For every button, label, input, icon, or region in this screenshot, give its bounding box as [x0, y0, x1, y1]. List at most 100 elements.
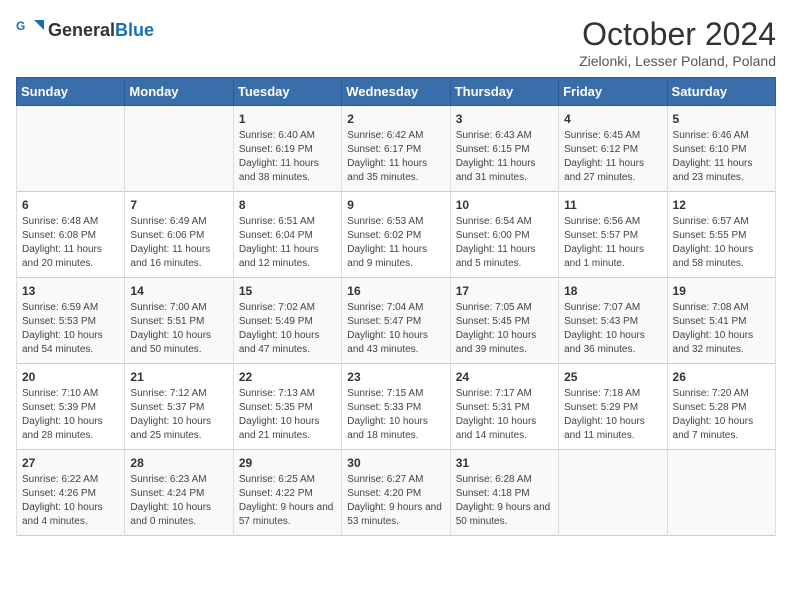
calendar-cell: 1 Sunrise: 6:40 AM Sunset: 6:19 PM Daylig…: [233, 106, 341, 192]
cell-text: Sunrise: 6:49 AM Sunset: 6:06 PM Dayligh…: [130, 215, 227, 271]
calendar-cell: 8Sunrise: 6:51 AM Sunset: 6:04 PM Daylig…: [233, 192, 341, 278]
calendar-cell: 15 Sunrise: 7:02 AM Sunset: 5:49 PM Dayli…: [233, 278, 341, 364]
calendar-cell: 4Sunrise: 6:45 AM Sunset: 6:12 PM Daylig…: [559, 106, 667, 192]
day-number: 20: [22, 370, 119, 384]
day-number: 1: [239, 112, 336, 126]
cell-text: Sunrise: 6:25 AM Sunset: 4:22 PM Dayligh…: [239, 473, 336, 529]
calendar-week-row: 13 Sunrise: 6:59 AM Sunset: 5:53 PM Dayli…: [17, 278, 776, 364]
calendar-cell: [17, 106, 125, 192]
calendar-week-row: 6 Sunrise: 6:48 AM Sunset: 6:08 PM Daylig…: [17, 192, 776, 278]
day-number: 13: [22, 284, 119, 298]
calendar-table: SundayMondayTuesdayWednesdayThursdayFrid…: [16, 77, 776, 536]
calendar-cell: 2 Sunrise: 6:42 AM Sunset: 6:17 PM Daylig…: [342, 106, 450, 192]
calendar-cell: 27 Sunrise: 6:22 AM Sunset: 4:26 PM Dayli…: [17, 450, 125, 536]
day-number: 22: [239, 370, 336, 384]
calendar-cell: 24Sunrise: 7:17 AM Sunset: 5:31 PM Dayli…: [450, 364, 558, 450]
column-header-wednesday: Wednesday: [342, 78, 450, 106]
cell-text: Sunrise: 6:51 AM Sunset: 6:04 PM Dayligh…: [239, 215, 336, 271]
cell-text: Sunrise: 7:13 AM Sunset: 5:35 PM Dayligh…: [239, 387, 336, 443]
logo-icon: G: [16, 16, 44, 44]
calendar-cell: 11 Sunrise: 6:56 AM Sunset: 5:57 PM Dayli…: [559, 192, 667, 278]
cell-text: Sunrise: 6:43 AM Sunset: 6:15 PM Dayligh…: [456, 129, 553, 185]
calendar-cell: 31Sunrise: 6:28 AM Sunset: 4:18 PM Dayli…: [450, 450, 558, 536]
calendar-cell: 25Sunrise: 7:18 AM Sunset: 5:29 PM Dayli…: [559, 364, 667, 450]
calendar-cell: 14 Sunrise: 7:00 AM Sunset: 5:51 PM Dayli…: [125, 278, 233, 364]
day-number: 19: [673, 284, 770, 298]
day-number: 30: [347, 456, 444, 470]
cell-text: Sunrise: 6:48 AM Sunset: 6:08 PM Dayligh…: [22, 215, 119, 271]
day-number: 23: [347, 370, 444, 384]
day-number: 14: [130, 284, 227, 298]
day-number: 6: [22, 198, 119, 212]
day-number: 3: [456, 112, 553, 126]
day-number: 9: [347, 198, 444, 212]
calendar-cell: 18Sunrise: 7:07 AM Sunset: 5:43 PM Dayli…: [559, 278, 667, 364]
day-number: 24: [456, 370, 553, 384]
title-block: October 2024 Zielonki, Lesser Poland, Po…: [579, 16, 776, 69]
day-number: 2: [347, 112, 444, 126]
cell-text: Sunrise: 6:54 AM Sunset: 6:00 PM Dayligh…: [456, 215, 553, 271]
day-number: 10: [456, 198, 553, 212]
calendar-cell: [559, 450, 667, 536]
logo-general-text: General: [48, 20, 115, 40]
page-header: G GeneralBlue October 2024 Zielonki, Les…: [16, 16, 776, 69]
day-number: 21: [130, 370, 227, 384]
header-row: SundayMondayTuesdayWednesdayThursdayFrid…: [17, 78, 776, 106]
column-header-friday: Friday: [559, 78, 667, 106]
calendar-cell: 13 Sunrise: 6:59 AM Sunset: 5:53 PM Dayli…: [17, 278, 125, 364]
day-number: 7: [130, 198, 227, 212]
day-number: 11: [564, 198, 661, 212]
cell-text: Sunrise: 6:40 AM Sunset: 6:19 PM Dayligh…: [239, 129, 336, 185]
calendar-cell: 22 Sunrise: 7:13 AM Sunset: 5:35 PM Dayli…: [233, 364, 341, 450]
cell-text: Sunrise: 6:23 AM Sunset: 4:24 PM Dayligh…: [130, 473, 227, 529]
calendar-week-row: 1 Sunrise: 6:40 AM Sunset: 6:19 PM Daylig…: [17, 106, 776, 192]
cell-text: Sunrise: 7:02 AM Sunset: 5:49 PM Dayligh…: [239, 301, 336, 357]
calendar-cell: 23 Sunrise: 7:15 AM Sunset: 5:33 PM Dayli…: [342, 364, 450, 450]
calendar-cell: 17 Sunrise: 7:05 AM Sunset: 5:45 PM Dayli…: [450, 278, 558, 364]
cell-text: Sunrise: 6:28 AM Sunset: 4:18 PM Dayligh…: [456, 473, 553, 529]
location-title: Zielonki, Lesser Poland, Poland: [579, 53, 776, 69]
cell-text: Sunrise: 6:42 AM Sunset: 6:17 PM Dayligh…: [347, 129, 444, 185]
calendar-cell: 9 Sunrise: 6:53 AM Sunset: 6:02 PM Daylig…: [342, 192, 450, 278]
calendar-cell: 19 Sunrise: 7:08 AM Sunset: 5:41 PM Dayli…: [667, 278, 775, 364]
day-number: 16: [347, 284, 444, 298]
month-title: October 2024: [579, 16, 776, 53]
cell-text: Sunrise: 7:20 AM Sunset: 5:28 PM Dayligh…: [673, 387, 770, 443]
cell-text: Sunrise: 6:56 AM Sunset: 5:57 PM Dayligh…: [564, 215, 661, 271]
column-header-saturday: Saturday: [667, 78, 775, 106]
cell-text: Sunrise: 7:04 AM Sunset: 5:47 PM Dayligh…: [347, 301, 444, 357]
cell-text: Sunrise: 7:00 AM Sunset: 5:51 PM Dayligh…: [130, 301, 227, 357]
calendar-cell: [125, 106, 233, 192]
cell-text: Sunrise: 6:53 AM Sunset: 6:02 PM Dayligh…: [347, 215, 444, 271]
calendar-cell: 20 Sunrise: 7:10 AM Sunset: 5:39 PM Dayli…: [17, 364, 125, 450]
day-number: 29: [239, 456, 336, 470]
calendar-cell: 21 Sunrise: 7:12 AM Sunset: 5:37 PM Dayli…: [125, 364, 233, 450]
calendar-week-row: 20 Sunrise: 7:10 AM Sunset: 5:39 PM Dayli…: [17, 364, 776, 450]
column-header-sunday: Sunday: [17, 78, 125, 106]
cell-text: Sunrise: 7:10 AM Sunset: 5:39 PM Dayligh…: [22, 387, 119, 443]
calendar-cell: 26 Sunrise: 7:20 AM Sunset: 5:28 PM Dayli…: [667, 364, 775, 450]
cell-text: Sunrise: 7:05 AM Sunset: 5:45 PM Dayligh…: [456, 301, 553, 357]
day-number: 26: [673, 370, 770, 384]
day-number: 15: [239, 284, 336, 298]
day-number: 5: [673, 112, 770, 126]
cell-text: Sunrise: 7:08 AM Sunset: 5:41 PM Dayligh…: [673, 301, 770, 357]
calendar-cell: [667, 450, 775, 536]
day-number: 4: [564, 112, 661, 126]
cell-text: Sunrise: 7:15 AM Sunset: 5:33 PM Dayligh…: [347, 387, 444, 443]
cell-text: Sunrise: 6:59 AM Sunset: 5:53 PM Dayligh…: [22, 301, 119, 357]
calendar-cell: 6 Sunrise: 6:48 AM Sunset: 6:08 PM Daylig…: [17, 192, 125, 278]
calendar-cell: 30Sunrise: 6:27 AM Sunset: 4:20 PM Dayli…: [342, 450, 450, 536]
cell-text: Sunrise: 6:22 AM Sunset: 4:26 PM Dayligh…: [22, 473, 119, 529]
logo-blue-text: Blue: [115, 20, 154, 40]
cell-text: Sunrise: 7:07 AM Sunset: 5:43 PM Dayligh…: [564, 301, 661, 357]
day-number: 17: [456, 284, 553, 298]
column-header-monday: Monday: [125, 78, 233, 106]
calendar-cell: 16 Sunrise: 7:04 AM Sunset: 5:47 PM Dayli…: [342, 278, 450, 364]
calendar-cell: 10 Sunrise: 6:54 AM Sunset: 6:00 PM Dayli…: [450, 192, 558, 278]
day-number: 25: [564, 370, 661, 384]
cell-text: Sunrise: 7:12 AM Sunset: 5:37 PM Dayligh…: [130, 387, 227, 443]
day-number: 27: [22, 456, 119, 470]
calendar-week-row: 27 Sunrise: 6:22 AM Sunset: 4:26 PM Dayli…: [17, 450, 776, 536]
logo: G GeneralBlue: [16, 16, 154, 44]
